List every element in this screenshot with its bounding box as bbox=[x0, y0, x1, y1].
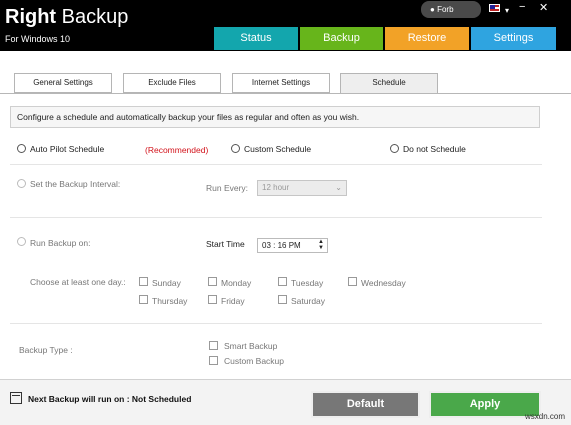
section-divider bbox=[10, 164, 542, 165]
watermark: wsxdn.com bbox=[524, 412, 565, 421]
app-title-rest: Backup bbox=[56, 6, 129, 28]
smart-backup-checkbox[interactable] bbox=[209, 341, 218, 350]
custom-backup-checkbox[interactable] bbox=[209, 356, 218, 365]
do-not-schedule-radio[interactable] bbox=[390, 144, 399, 153]
us-flag-icon[interactable] bbox=[489, 4, 500, 12]
nav-tab-status[interactable]: Status bbox=[214, 27, 298, 50]
sunday-label: Sunday bbox=[152, 278, 181, 288]
run-every-value: 12 hour bbox=[262, 183, 290, 192]
days-label: Choose at least one day.: bbox=[30, 277, 126, 287]
app-subtitle: For Windows 10 bbox=[5, 34, 71, 44]
next-backup-status: Next Backup will run on : Not Scheduled bbox=[28, 394, 192, 404]
custom-backup-label: Custom Backup bbox=[224, 356, 284, 366]
start-time-input[interactable]: 03 : 16 PM ▲ ▼ bbox=[257, 238, 328, 253]
auto-pilot-label: Auto Pilot Schedule bbox=[30, 144, 105, 154]
tab-internet-settings[interactable]: Internet Settings bbox=[232, 73, 330, 93]
time-spinner-icon[interactable]: ▲ ▼ bbox=[318, 239, 324, 251]
tuesday-checkbox[interactable] bbox=[278, 277, 287, 286]
smart-backup-label: Smart Backup bbox=[224, 341, 278, 351]
schedule-description: Configure a schedule and automatically b… bbox=[10, 106, 540, 128]
wednesday-checkbox[interactable] bbox=[348, 277, 357, 286]
app-title: Right Backup bbox=[5, 6, 128, 29]
thursday-label: Thursday bbox=[152, 296, 188, 306]
section-divider bbox=[10, 217, 542, 218]
custom-schedule-label: Custom Schedule bbox=[244, 144, 312, 154]
monday-label: Monday bbox=[221, 278, 252, 288]
do-not-schedule-label: Do not Schedule bbox=[403, 144, 466, 154]
app-title-bold: Right bbox=[5, 6, 57, 28]
default-button[interactable]: Default bbox=[311, 391, 420, 418]
nav-tab-settings[interactable]: Settings bbox=[471, 27, 556, 50]
minimize-button[interactable]: − bbox=[519, 1, 525, 13]
auto-pilot-radio[interactable] bbox=[17, 144, 26, 153]
start-time-value: 03 : 16 PM bbox=[262, 241, 301, 250]
user-menu[interactable]: ● Forb bbox=[421, 1, 481, 18]
close-button[interactable]: ✕ bbox=[539, 1, 548, 14]
run-backup-on-radio[interactable] bbox=[17, 237, 26, 246]
user-name: Forb bbox=[437, 5, 454, 14]
backup-interval-label: Set the Backup Interval: bbox=[30, 179, 121, 189]
saturday-checkbox[interactable] bbox=[278, 295, 287, 304]
recommended-label: (Recommended) bbox=[145, 145, 209, 155]
calendar-icon bbox=[10, 392, 22, 404]
friday-checkbox[interactable] bbox=[208, 295, 217, 304]
tuesday-label: Tuesday bbox=[291, 278, 324, 288]
thursday-checkbox[interactable] bbox=[139, 295, 148, 304]
run-every-select[interactable]: 12 hour ⌄ bbox=[257, 180, 347, 196]
backup-interval-radio[interactable] bbox=[17, 179, 26, 188]
nav-tab-backup[interactable]: Backup bbox=[300, 27, 383, 50]
footer-bar: Next Backup will run on : Not Scheduled … bbox=[0, 379, 571, 425]
monday-checkbox[interactable] bbox=[208, 277, 217, 286]
tab-schedule[interactable]: Schedule bbox=[340, 73, 438, 94]
wednesday-label: Wednesday bbox=[361, 278, 406, 288]
user-icon: ● bbox=[430, 5, 435, 14]
custom-schedule-radio[interactable] bbox=[231, 144, 240, 153]
run-backup-on-label: Run Backup on: bbox=[30, 238, 91, 248]
section-divider bbox=[10, 323, 542, 324]
title-bar: Right Backup For Windows 10 ● Forb ▾ − ✕… bbox=[0, 0, 571, 51]
saturday-label: Saturday bbox=[291, 296, 326, 306]
run-every-label: Run Every: bbox=[206, 183, 249, 193]
nav-tab-restore[interactable]: Restore bbox=[385, 27, 469, 50]
language-caret-icon[interactable]: ▾ bbox=[505, 6, 509, 15]
tab-general-settings[interactable]: General Settings bbox=[14, 73, 112, 93]
tabs-divider bbox=[0, 93, 571, 94]
backup-type-label: Backup Type : bbox=[19, 345, 73, 355]
sunday-checkbox[interactable] bbox=[139, 277, 148, 286]
friday-label: Friday bbox=[221, 296, 245, 306]
start-time-label: Start Time bbox=[206, 239, 245, 249]
chevron-down-icon: ⌄ bbox=[335, 183, 342, 192]
tab-exclude-files[interactable]: Exclude Files bbox=[123, 73, 221, 93]
